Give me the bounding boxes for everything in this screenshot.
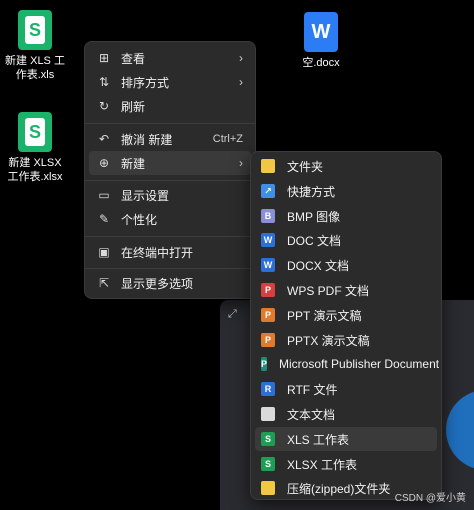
submenu-item-ppt[interactable]: P PPT 演示文稿 (255, 303, 437, 327)
pptx-icon: P (261, 333, 275, 347)
menu-item-new[interactable]: ⊕ 新建 › (89, 151, 251, 175)
submenu-item-folder[interactable]: 文件夹 (255, 154, 437, 178)
submenu-item-text-document[interactable]: 文本文档 (255, 402, 437, 426)
docx-icon: W (261, 258, 275, 272)
xls-icon: S (261, 432, 275, 446)
submenu-item-bmp[interactable]: B BMP 图像 (255, 204, 437, 228)
desktop-icon-xls[interactable]: S 新建 XLS 工 作表.xls (0, 10, 70, 82)
xls-file-icon: S (18, 10, 52, 50)
chevron-right-icon: › (239, 156, 243, 170)
rtf-icon: R (261, 382, 275, 396)
terminal-icon: ▣ (98, 245, 110, 259)
word-file-icon: W (304, 12, 338, 52)
new-icon: ⊕ (98, 156, 110, 170)
ppt-icon: P (261, 308, 275, 322)
chevron-right-icon: › (239, 51, 243, 65)
submenu-item-pptx[interactable]: P PPTX 演示文稿 (255, 328, 437, 352)
submenu-item-xls[interactable]: S XLS 工作表 (255, 427, 437, 451)
doc-icon: W (261, 233, 275, 247)
pdf-icon: P (261, 283, 275, 297)
submenu-item-publisher[interactable]: P Microsoft Publisher Document (255, 352, 439, 376)
menu-item-show-more-options[interactable]: ⇱ 显示更多选项 (89, 271, 251, 295)
menu-separator (85, 268, 255, 269)
menu-item-refresh[interactable]: ↻ 刷新 (89, 94, 251, 118)
menu-item-undo-new[interactable]: ↶ 撤消 新建 Ctrl+Z (89, 127, 251, 151)
submenu-item-wps-pdf[interactable]: P WPS PDF 文档 (255, 278, 437, 302)
folder-icon (261, 159, 275, 173)
desktop-icon-docx[interactable]: W 空.docx (286, 12, 356, 70)
refresh-icon: ↻ (98, 99, 110, 113)
desktop-icon-label: 新建 XLSX 工作表.xlsx (7, 157, 63, 183)
publisher-icon: P (261, 357, 268, 371)
watermark: CSDN @爱小黄 (394, 493, 466, 504)
desktop-icon-xlsx[interactable]: S 新建 XLSX 工作表.xlsx (0, 112, 70, 184)
desktop-icon-label: 新建 XLS 工 作表.xls (5, 55, 65, 81)
zip-folder-icon (261, 481, 275, 495)
menu-item-open-in-terminal[interactable]: ▣ 在终端中打开 (89, 240, 251, 264)
desktop-icon-label: 空.docx (302, 57, 340, 69)
shortcut-icon: ↗ (261, 184, 275, 198)
menu-item-display-settings[interactable]: ▭ 显示设置 (89, 183, 251, 207)
xlsx-icon: S (261, 457, 275, 471)
desktop-context-menu: ⊞ 查看 › ⇅ 排序方式 › ↻ 刷新 ↶ 撤消 新建 Ctrl+Z ⊕ 新建… (84, 41, 256, 299)
display-settings-icon: ▭ (98, 188, 110, 202)
submenu-item-docx[interactable]: W DOCX 文档 (255, 253, 437, 277)
xlsx-file-icon: S (18, 112, 52, 152)
submenu-item-xlsx[interactable]: S XLSX 工作表 (255, 452, 437, 476)
submenu-item-rtf[interactable]: R RTF 文件 (255, 377, 437, 401)
text-document-icon (261, 407, 275, 421)
shortcut-label: Ctrl+Z (212, 133, 243, 145)
bmp-icon: B (261, 209, 275, 223)
menu-item-sort-by[interactable]: ⇅ 排序方式 › (89, 70, 251, 94)
menu-separator (85, 180, 255, 181)
expand-icon[interactable]: ⤢ (228, 308, 240, 320)
background-decoration (446, 390, 474, 470)
grid-icon: ⊞ (98, 51, 110, 65)
menu-separator (85, 236, 255, 237)
menu-item-personalize[interactable]: ✎ 个性化 (89, 207, 251, 231)
more-options-icon: ⇱ (98, 276, 110, 290)
submenu-item-shortcut[interactable]: ↗ 快捷方式 (255, 179, 437, 203)
menu-separator (85, 123, 255, 124)
sort-icon: ⇅ (98, 75, 110, 89)
chevron-right-icon: › (239, 75, 243, 89)
menu-item-view[interactable]: ⊞ 查看 › (89, 46, 251, 70)
new-submenu: 文件夹 ↗ 快捷方式 B BMP 图像 W DOC 文档 W DOCX 文档 P… (250, 151, 442, 500)
submenu-item-doc[interactable]: W DOC 文档 (255, 228, 437, 252)
brush-icon: ✎ (98, 212, 110, 226)
undo-icon: ↶ (98, 132, 110, 146)
